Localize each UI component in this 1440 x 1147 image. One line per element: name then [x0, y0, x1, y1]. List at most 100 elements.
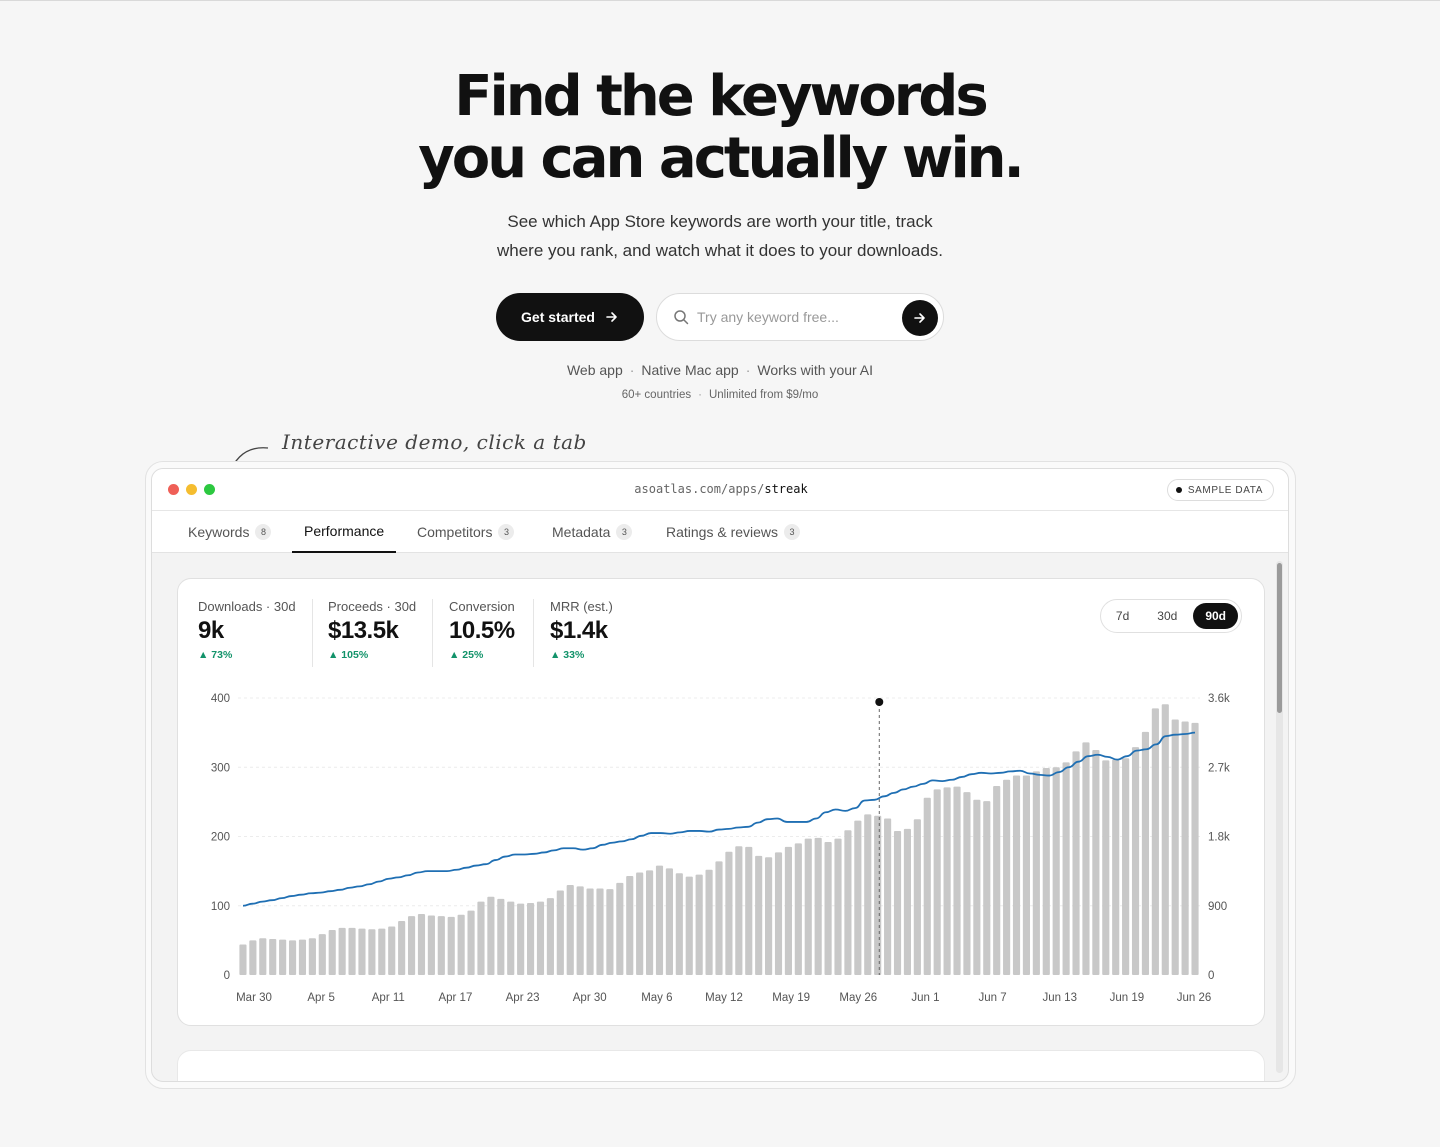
chart-bar: [338, 927, 346, 975]
chart-bar: [933, 789, 941, 975]
platform-list: Web app · Native Mac app · Works with your A…: [566, 362, 874, 378]
x-axis-tick: May 19: [772, 992, 810, 1004]
demo-window: asoatlas.com/apps/streak SAMPLE DATA Key…: [151, 468, 1289, 1082]
chart-bar: [715, 861, 723, 975]
hero-subtitle-line-1: See which App Store keywords are worth y…: [507, 212, 933, 231]
chart-bar: [536, 901, 545, 975]
kpi-delta: ▲ 33%: [550, 649, 585, 661]
keyword-search-input[interactable]: [697, 309, 887, 325]
hero-title-line-1: Find the keywords: [454, 64, 988, 129]
right-axis-tick: 0: [1208, 970, 1214, 982]
chart-bar: [249, 940, 257, 975]
tab-bar: Keywords 8 Performance Competitors 3 Met…: [152, 511, 1288, 553]
range-30d-button[interactable]: 30d: [1145, 603, 1189, 629]
kpi-mrr: MRR (est.) $1.4k ▲ 33%: [550, 599, 613, 667]
scrollbar-thumb[interactable]: [1277, 563, 1282, 713]
kpi-delta: ▲ 105%: [328, 649, 369, 661]
chart-bar: [1042, 767, 1050, 975]
range-7d-button[interactable]: 7d: [1104, 603, 1141, 629]
hero-subtitle: See which App Store keywords are worth y…: [0, 207, 1440, 265]
chart-bar: [893, 830, 902, 975]
chart-bar: [427, 915, 435, 975]
chart-bar: [298, 939, 307, 975]
chart-bar: [1062, 762, 1070, 975]
chart-bar: [983, 801, 991, 975]
chart-bar: [328, 929, 336, 975]
x-axis-tick: Jun 1: [911, 992, 939, 1004]
chart-bar: [378, 928, 386, 975]
x-axis-tick: May 6: [641, 992, 672, 1004]
date-range-toggle: 7d 30d 90d: [1099, 599, 1242, 633]
status-dot-icon: [1175, 487, 1182, 493]
chart-bar: [348, 927, 356, 975]
x-axis-tick: Jun 7: [979, 992, 1007, 1004]
x-axis-tick: Jun 26: [1177, 992, 1212, 1004]
search-submit-button[interactable]: [902, 300, 938, 336]
chart-bar: [655, 865, 664, 975]
kpi-label: Conversion: [449, 599, 515, 614]
tab-performance[interactable]: Performance: [292, 511, 397, 553]
chart-bar: [735, 846, 743, 975]
get-started-button[interactable]: Get started: [496, 293, 644, 341]
tab-label: Performance: [304, 523, 385, 539]
arrow-right-icon: [914, 313, 925, 323]
performance-chart[interactable]: 0 100 200 300 400 0 900 1.8k 2.7k 3.6k Mar 30 Apr 5…: [178, 679, 1266, 1009]
chart-bar: [765, 857, 773, 975]
kpi-value: 10.5%: [449, 617, 515, 644]
tab-label: Competitors: [417, 524, 493, 540]
kpi-label: Downloads · 30d: [198, 599, 296, 614]
chart-bar: [1191, 722, 1199, 975]
chart-bar: [239, 944, 247, 975]
chart-bar: [487, 896, 495, 975]
kpi-value: 9k: [198, 617, 224, 644]
chart-bar: [1122, 758, 1130, 975]
chart-bar: [308, 938, 316, 975]
tab-competitors[interactable]: Competitors 3: [417, 511, 515, 553]
sample-data-badge: SAMPLE DATA: [1166, 479, 1274, 501]
tab-count-badge: 8: [255, 524, 272, 540]
chart-bar: [1012, 775, 1021, 975]
chart-bar: [279, 939, 287, 975]
chart-bar: [388, 926, 396, 975]
url-path: streak: [764, 482, 808, 496]
chart-bar: [705, 869, 713, 975]
tab-count-badge: 3: [616, 524, 633, 540]
demo-annotation: Interactive demo, click a tab: [282, 430, 587, 454]
chart-bar: [358, 928, 366, 975]
x-axis-tick: Apr 11: [372, 992, 405, 1004]
chart-bar: [1082, 742, 1090, 975]
chart-bar: [477, 901, 485, 975]
kpi-divider: [312, 599, 313, 667]
chart-bar: [606, 889, 614, 975]
search-icon: [674, 310, 689, 325]
chart-bar: [1171, 719, 1179, 975]
chart-bar: [665, 868, 673, 975]
chart-bar: [437, 916, 445, 975]
chart-bar: [586, 888, 594, 975]
left-axis-tick: 400: [211, 693, 230, 705]
performance-card: Downloads · 30d 9k ▲ 73% Proceeds · 30d …: [177, 578, 1265, 1026]
tab-keywords[interactable]: Keywords 8: [188, 511, 272, 553]
chart-bar: [1102, 760, 1110, 975]
chart-bar: [1052, 767, 1060, 975]
chart-bar: [844, 830, 852, 975]
chart-bar: [526, 902, 535, 975]
kpi-downloads: Downloads · 30d 9k ▲ 73%: [198, 599, 296, 667]
tab-label: Keywords: [188, 524, 250, 540]
kpi-divider: [533, 599, 534, 667]
chart-bar: [398, 920, 406, 975]
x-axis-tick: Apr 23: [506, 992, 540, 1004]
tab-ratings-reviews[interactable]: Ratings & reviews 3: [666, 511, 801, 553]
right-axis-tick: 3.6k: [1208, 693, 1230, 705]
chart-bar: [1161, 704, 1169, 975]
chart-bar: [874, 815, 882, 975]
left-axis-tick: 100: [211, 901, 230, 913]
left-axis-tick: 0: [224, 970, 230, 982]
chart-bar: [497, 898, 505, 975]
chart-bar: [814, 837, 822, 975]
chart-bar: [467, 910, 475, 975]
tab-metadata[interactable]: Metadata 3: [552, 511, 633, 553]
chart-bar: [626, 875, 634, 975]
chart-bar: [834, 838, 842, 975]
range-90d-button[interactable]: 90d: [1193, 603, 1238, 629]
